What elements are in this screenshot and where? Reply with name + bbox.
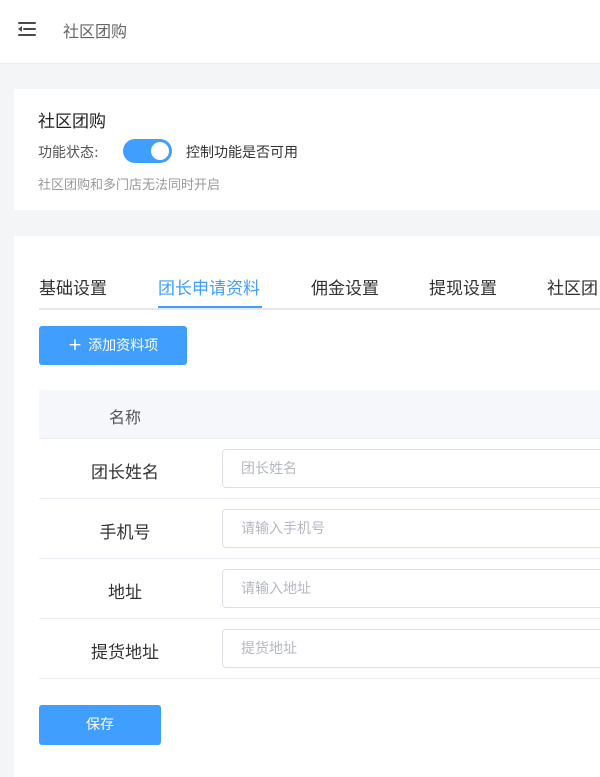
pickup-address-input[interactable] — [222, 629, 600, 668]
row-label: 团长姓名 — [91, 463, 159, 483]
tab-community-more[interactable]: 社区团 — [547, 274, 598, 299]
status-description: 控制功能是否可用 — [186, 145, 298, 161]
feature-status-toggle[interactable] — [123, 139, 172, 163]
active-tab-indicator — [158, 306, 262, 308]
settings-tabs: 基础设置 团长申请资料 佣金设置 提现设置 社区团 — [39, 270, 600, 310]
tab-withdrawal-settings[interactable]: 提现设置 — [429, 274, 497, 299]
add-field-button[interactable]: + 添加资料项 — [39, 326, 187, 365]
tab-leader-application[interactable]: 团长申请资料 — [158, 274, 260, 299]
table-row: 提货地址 — [39, 619, 600, 679]
leader-name-input[interactable] — [222, 449, 600, 488]
breadcrumb-title: 社区团购 — [63, 22, 128, 41]
settings-card: 基础设置 团长申请资料 佣金设置 提现设置 社区团 + 添加资料项 名称 团长姓名… — [14, 236, 600, 777]
table-row: 地址 — [39, 559, 600, 619]
plus-icon: + — [67, 335, 83, 355]
application-fields-table: 名称 团长姓名 手机号 地址 提货地址 — [39, 390, 600, 679]
phone-input[interactable] — [222, 509, 600, 548]
tab-basic-settings[interactable]: 基础设置 — [39, 274, 107, 299]
add-field-label: 添加资料项 — [88, 338, 159, 354]
row-label: 手机号 — [99, 523, 151, 543]
table-row: 手机号 — [39, 499, 600, 559]
tab-commission-settings[interactable]: 佣金设置 — [311, 274, 379, 299]
feature-info-card: 社区团购 功能状态: 控制功能是否可用 社区团购和多门店无法同时开启 — [14, 89, 600, 210]
row-label: 提货地址 — [91, 643, 159, 663]
table-header: 名称 — [39, 390, 600, 439]
menu-fold-icon[interactable] — [18, 22, 36, 36]
row-label: 地址 — [108, 583, 142, 603]
table-row: 团长姓名 — [39, 439, 600, 499]
feature-title: 社区团购 — [38, 112, 106, 132]
save-button[interactable]: 保存 — [39, 705, 161, 745]
status-label: 功能状态: — [38, 145, 99, 161]
address-input[interactable] — [222, 569, 600, 608]
feature-note: 社区团购和多门店无法同时开启 — [38, 178, 221, 193]
column-header-name: 名称 — [108, 408, 141, 427]
toggle-knob — [151, 142, 169, 160]
top-bar: 社区团购 — [0, 0, 600, 64]
